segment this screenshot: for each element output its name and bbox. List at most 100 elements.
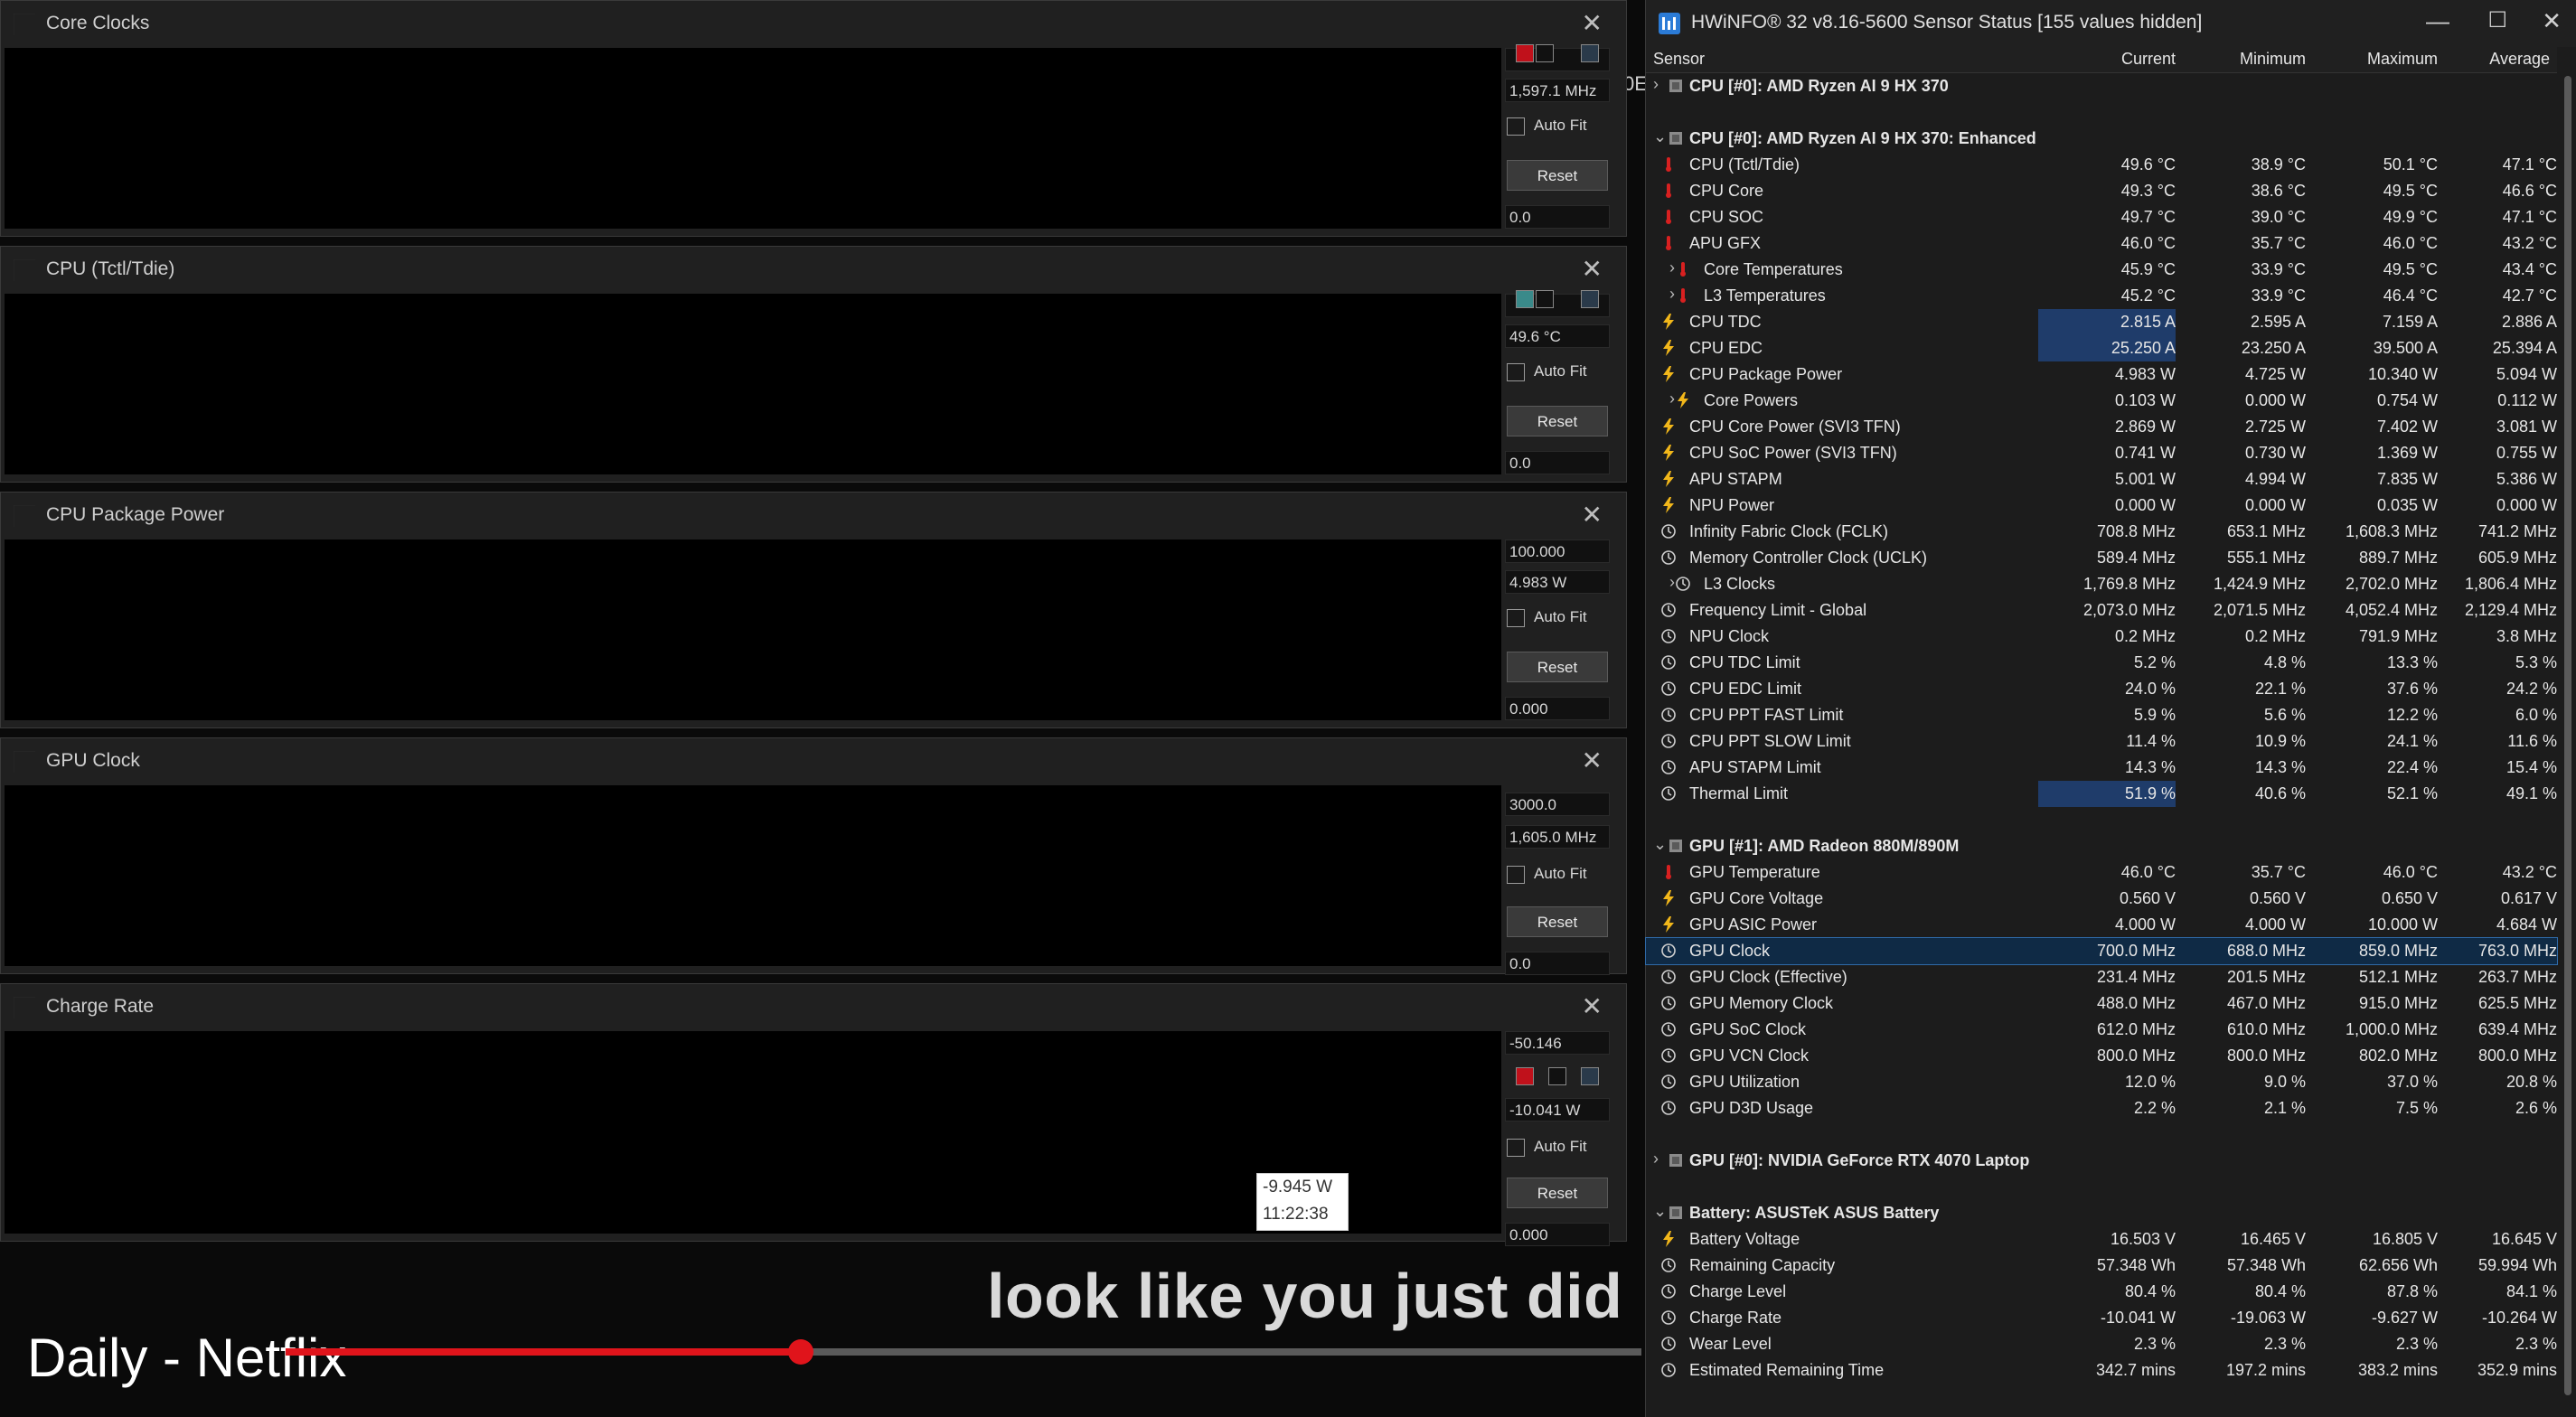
- sensor-row[interactable]: CPU Package Power 4.983 W 4.725 W 10.340 W 5…: [1646, 361, 2557, 388]
- video-progress-handle[interactable]: [788, 1339, 813, 1365]
- sensor-row[interactable]: Infinity Fabric Clock (FCLK) 708.8 MHz 653…: [1646, 519, 2557, 545]
- close-icon[interactable]: ✕: [1582, 991, 1603, 1021]
- hwinfo-title-bar[interactable]: HWiNFO® 32 v8.16-5600 Sensor Status [155…: [1646, 0, 2576, 47]
- color-swatch[interactable]: [1548, 1067, 1566, 1085]
- col-average[interactable]: Average: [2441, 50, 2550, 69]
- sensor-row[interactable]: › L3 Clocks 1,769.8 MHz 1,424.9 MHz 2,702.0 …: [1646, 571, 2557, 597]
- sensor-row[interactable]: GPU Temperature 46.0 °C 35.7 °C 46.0 °C 43.2…: [1646, 859, 2557, 886]
- sensor-row[interactable]: GPU SoC Clock 612.0 MHz 610.0 MHz 1,000.0 M…: [1646, 1017, 2557, 1043]
- checkbox-icon[interactable]: [1507, 865, 1525, 884]
- sensor-row[interactable]: CPU PPT FAST Limit 5.9 % 5.6 % 12.2 % 6.0 %: [1646, 702, 2557, 728]
- auto-fit-checkbox[interactable]: Auto Fit: [1507, 362, 1587, 381]
- sensor-row[interactable]: APU STAPM Limit 14.3 % 14.3 % 22.4 % 15.4 %: [1646, 755, 2557, 781]
- sensor-row[interactable]: CPU EDC Limit 24.0 % 22.1 % 37.6 % 24.2 %: [1646, 676, 2557, 702]
- sensor-row[interactable]: NPU Power 0.000 W 0.000 W 0.035 W 0.000 W: [1646, 493, 2557, 519]
- sensor-row[interactable]: › L3 Temperatures 45.2 °C 33.9 °C 46.4 °C 42.…: [1646, 283, 2557, 309]
- sensor-row[interactable]: Charge Rate -10.041 W -19.063 W -9.627 W -10…: [1646, 1305, 2557, 1331]
- auto-fit-checkbox[interactable]: Auto Fit: [1507, 608, 1587, 627]
- video-progress-bar[interactable]: [286, 1339, 1641, 1365]
- sensor-group-row[interactable]: › GPU [#0]: NVIDIA GeForce RTX 4070 Lapt…: [1646, 1148, 2557, 1174]
- col-maximum[interactable]: Maximum: [2311, 50, 2438, 69]
- reset-button[interactable]: Reset: [1507, 160, 1608, 191]
- expand-icon[interactable]: ⌄: [1653, 127, 1667, 146]
- graph-title-bar[interactable]: CPU (Tctl/Tdie) ✕: [1, 247, 1626, 294]
- sensor-row[interactable]: CPU EDC 25.250 A 23.250 A 39.500 A 25.394 A: [1646, 335, 2557, 361]
- expand-icon[interactable]: ›: [1653, 75, 1659, 94]
- sensor-row[interactable]: GPU VCN Clock 800.0 MHz 800.0 MHz 802.0 MHz…: [1646, 1043, 2557, 1069]
- graph-plot[interactable]: [5, 48, 1501, 229]
- sensor-row[interactable]: CPU (Tctl/Tdie) 49.6 °C 38.9 °C 50.1 °C 47.1…: [1646, 152, 2557, 178]
- graph-title-bar[interactable]: GPU Clock ✕: [1, 738, 1626, 785]
- close-icon[interactable]: ✕: [2542, 7, 2562, 35]
- graph-min-value[interactable]: 0.0: [1505, 952, 1610, 975]
- sensor-row[interactable]: Wear Level 2.3 % 2.3 % 2.3 % 2.3 %: [1646, 1331, 2557, 1357]
- sensor-row[interactable]: Remaining Capacity 57.348 Wh 57.348 Wh 62.6…: [1646, 1253, 2557, 1279]
- sensor-row[interactable]: NPU Clock 0.2 MHz 0.2 MHz 791.9 MHz 3.8 MHz: [1646, 624, 2557, 650]
- minimize-icon[interactable]: —: [2426, 7, 2449, 35]
- sensor-row[interactable]: CPU SoC Power (SVI3 TFN) 0.741 W 0.730 W 1.…: [1646, 440, 2557, 466]
- sensor-row[interactable]: CPU Core 49.3 °C 38.6 °C 49.5 °C 46.6 °C: [1646, 178, 2557, 204]
- auto-fit-checkbox[interactable]: Auto Fit: [1507, 1138, 1587, 1157]
- sensor-row[interactable]: › Core Temperatures 45.9 °C 33.9 °C 49.5 °C 4…: [1646, 257, 2557, 283]
- sensor-row[interactable]: APU STAPM 5.001 W 4.994 W 7.835 W 5.386 W: [1646, 466, 2557, 493]
- checkbox-icon[interactable]: [1507, 608, 1525, 627]
- col-current[interactable]: Current: [2049, 50, 2176, 69]
- graph-max-value[interactable]: -50.146: [1505, 1031, 1610, 1055]
- auto-fit-checkbox[interactable]: Auto Fit: [1507, 865, 1587, 884]
- checkbox-icon[interactable]: [1507, 1138, 1525, 1157]
- scrollbar-thumb[interactable]: [2564, 76, 2571, 1395]
- color-swatch[interactable]: [1581, 44, 1599, 62]
- close-icon[interactable]: ✕: [1582, 8, 1603, 38]
- graph-title-bar[interactable]: Charge Rate ✕: [1, 984, 1626, 1031]
- sensor-scrollbar[interactable]: [2562, 72, 2574, 1417]
- sensor-row[interactable]: GPU Memory Clock 488.0 MHz 467.0 MHz 915.0 …: [1646, 990, 2557, 1017]
- sensor-row[interactable]: APU GFX 46.0 °C 35.7 °C 46.0 °C 43.2 °C: [1646, 230, 2557, 257]
- sensor-row[interactable]: GPU Core Voltage 0.560 V 0.560 V 0.650 V 0.6…: [1646, 886, 2557, 912]
- sensor-row[interactable]: › Core Powers 0.103 W 0.000 W 0.754 W 0.112 W: [1646, 388, 2557, 414]
- sensor-group-row[interactable]: ⌄ Battery: ASUSTeK ASUS Battery: [1646, 1200, 2557, 1226]
- sensor-row[interactable]: Thermal Limit 51.9 % 40.6 % 52.1 % 49.1 %: [1646, 781, 2557, 807]
- expand-icon[interactable]: ⌄: [1653, 1202, 1667, 1221]
- graph-min-value[interactable]: 0.0: [1505, 205, 1610, 229]
- checkbox-icon[interactable]: [1507, 362, 1525, 381]
- reset-button[interactable]: Reset: [1507, 652, 1608, 682]
- close-icon[interactable]: ✕: [1582, 254, 1603, 284]
- color-swatch[interactable]: [1516, 1067, 1534, 1085]
- sensor-row[interactable]: GPU Clock (Effective) 231.4 MHz 201.5 MHz 5…: [1646, 964, 2557, 990]
- sensor-row[interactable]: CPU TDC 2.815 A 2.595 A 7.159 A 2.886 A: [1646, 309, 2557, 335]
- graph-min-value[interactable]: 0.0: [1505, 451, 1610, 474]
- expand-icon[interactable]: ›: [1653, 1150, 1659, 1168]
- graph-plot[interactable]: [5, 294, 1501, 474]
- color-swatch[interactable]: [1581, 1067, 1599, 1085]
- reset-button[interactable]: Reset: [1507, 1178, 1608, 1208]
- color-swatch[interactable]: [1516, 44, 1534, 62]
- graph-title-bar[interactable]: CPU Package Power ✕: [1, 493, 1626, 540]
- close-icon[interactable]: ✕: [1582, 746, 1603, 775]
- sensor-row[interactable]: GPU Utilization 12.0 % 9.0 % 37.0 % 20.8 %: [1646, 1069, 2557, 1095]
- sensor-row[interactable]: Battery Voltage 16.503 V 16.465 V 16.805 V 1…: [1646, 1226, 2557, 1253]
- graph-plot[interactable]: [5, 540, 1501, 720]
- auto-fit-checkbox[interactable]: Auto Fit: [1507, 117, 1587, 136]
- sensor-row[interactable]: Charge Level 80.4 % 80.4 % 87.8 % 84.1 %: [1646, 1279, 2557, 1305]
- checkbox-icon[interactable]: [1507, 117, 1525, 136]
- col-sensor[interactable]: Sensor: [1653, 50, 1705, 69]
- graph-plot[interactable]: [5, 785, 1501, 966]
- sensor-group-row[interactable]: ⌄ GPU [#1]: AMD Radeon 880M/890M: [1646, 833, 2557, 859]
- graph-max-value[interactable]: 3000.0: [1505, 793, 1610, 816]
- sensor-row[interactable]: CPU TDC Limit 5.2 % 4.8 % 13.3 % 5.3 %: [1646, 650, 2557, 676]
- sensor-row[interactable]: GPU D3D Usage 2.2 % 2.1 % 7.5 % 2.6 %: [1646, 1095, 2557, 1121]
- maximize-icon[interactable]: ☐: [2487, 7, 2507, 33]
- sensor-row[interactable]: Memory Controller Clock (UCLK) 589.4 MHz 5…: [1646, 545, 2557, 571]
- reset-button[interactable]: Reset: [1507, 406, 1608, 436]
- expand-icon[interactable]: ⌄: [1653, 835, 1667, 854]
- color-swatch[interactable]: [1516, 290, 1534, 308]
- color-swatch[interactable]: [1536, 290, 1554, 308]
- sensor-row[interactable]: Frequency Limit - Global 2,073.0 MHz 2,071…: [1646, 597, 2557, 624]
- graph-min-value[interactable]: 0.000: [1505, 1223, 1610, 1246]
- sensor-row[interactable]: GPU ASIC Power 4.000 W 4.000 W 10.000 W 4.68…: [1646, 912, 2557, 938]
- sensor-row[interactable]: CPU Core Power (SVI3 TFN) 2.869 W 2.725 W 7…: [1646, 414, 2557, 440]
- graph-max-value[interactable]: 100.000: [1505, 540, 1610, 563]
- sensor-row[interactable]: GPU Clock 700.0 MHz 688.0 MHz 859.0 MHz 763.…: [1645, 937, 2558, 965]
- sensor-group-row[interactable]: › CPU [#0]: AMD Ryzen AI 9 HX 370: [1646, 73, 2557, 99]
- close-icon[interactable]: ✕: [1582, 500, 1603, 530]
